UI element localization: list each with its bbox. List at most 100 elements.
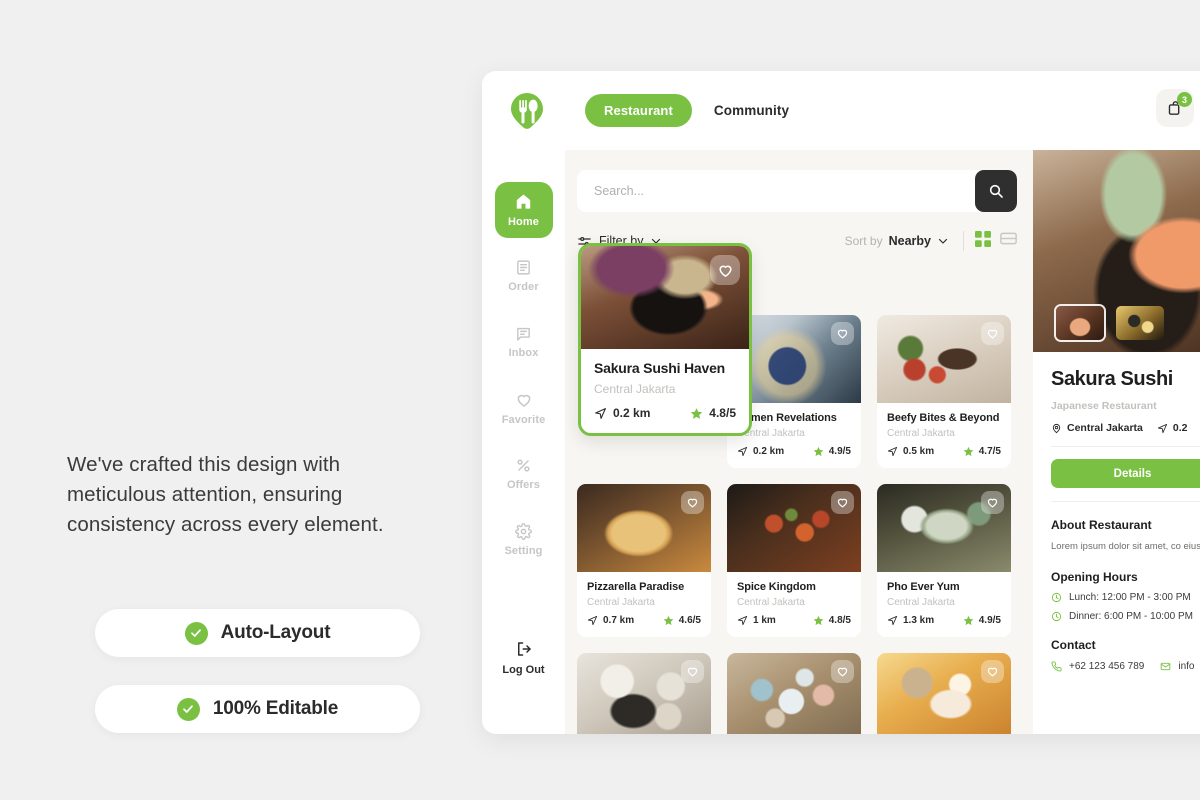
app-window: Restaurant Community 3 Home Order Inbox [482, 71, 1200, 734]
about-heading: About Restaurant [1051, 518, 1152, 532]
divider [1051, 501, 1200, 502]
favorite-icon[interactable] [681, 491, 704, 514]
contact-email[interactable]: info [1160, 661, 1194, 672]
hours-heading: Opening Hours [1051, 570, 1138, 584]
restaurant-name: Pho Ever Yum [887, 581, 960, 593]
search-button[interactable] [975, 170, 1017, 212]
selected-restaurant-area: Central Jakarta [594, 382, 676, 396]
sidebar-item-inbox[interactable]: Inbox [495, 314, 553, 370]
detail-title: Sakura Sushi [1051, 368, 1173, 390]
selected-restaurant-rating: 4.8/5 [690, 406, 736, 420]
grid-view-icon[interactable] [975, 230, 991, 252]
view-toggle [975, 230, 1017, 252]
promo-feature-label: Auto-Layout [220, 622, 331, 643]
restaurant-meta: 1.3 km 4.9/5 [887, 615, 1001, 626]
detail-cuisine: Japanese Restaurant [1051, 400, 1157, 412]
restaurant-area: Central Jakarta [587, 597, 655, 608]
search-input[interactable] [577, 170, 957, 212]
restaurant-rating: 4.9/5 [963, 615, 1001, 626]
restaurant-distance: 0.2 km [737, 446, 784, 457]
clock-icon [1051, 611, 1062, 622]
favorite-icon[interactable] [831, 660, 854, 683]
restaurant-distance: 0.5 km [887, 446, 934, 457]
star-icon [963, 615, 974, 626]
details-button[interactable]: Details [1051, 459, 1200, 488]
navigation-icon [1157, 423, 1167, 433]
restaurant-card[interactable]: Pizzarella Paradise Central Jakarta 0.7 … [577, 484, 711, 637]
clock-icon [1051, 592, 1062, 603]
sidebar-item-label: Home [508, 216, 539, 228]
favorite-icon[interactable] [710, 255, 740, 285]
star-icon [663, 615, 674, 626]
restaurant-card[interactable]: Pho Ever Yum Central Jakarta 1.3 km 4.9/… [877, 484, 1011, 637]
thumbnail[interactable] [1054, 304, 1106, 342]
sidebar: Home Order Inbox Favorite Offers Setting… [482, 150, 565, 734]
selected-restaurant-card[interactable]: Sakura Sushi Haven Central Jakarta 0.2 k… [578, 243, 752, 436]
restaurant-image [577, 653, 711, 734]
sort-by-control[interactable]: Sort by Nearby [845, 234, 949, 248]
restaurant-card-body: Spice Kingdom Central Jakarta 1 km 4.8/5 [727, 572, 861, 637]
navigation-icon [737, 615, 748, 626]
detail-distance: 0.2 [1157, 422, 1187, 434]
check-circle-icon [184, 621, 208, 645]
chevron-down-icon [938, 238, 948, 244]
mail-icon [1161, 662, 1171, 671]
favorite-icon[interactable] [681, 660, 704, 683]
list-view-icon[interactable] [1000, 230, 1017, 252]
restaurant-distance: 1 km [737, 615, 776, 626]
detail-hero-image [1033, 150, 1200, 352]
restaurant-area: Central Jakarta [737, 428, 805, 439]
bag-badge: 3 [1177, 92, 1192, 107]
sidebar-item-logout[interactable]: Log Out [482, 640, 565, 676]
tab-community[interactable]: Community [714, 103, 789, 118]
sort-by-label: Sort by [844, 234, 883, 248]
bag-button[interactable]: 3 [1156, 89, 1194, 127]
restaurant-card-body: Pizzarella Paradise Central Jakarta 0.7 … [577, 572, 711, 637]
restaurant-rating: 4.7/5 [963, 446, 1001, 457]
restaurant-name: Beefy Bites & Beyond [887, 412, 1000, 424]
restaurant-rating: 4.9/5 [813, 446, 851, 457]
sidebar-item-offers[interactable]: Offers [495, 446, 553, 502]
sort-by-value: Nearby [888, 234, 931, 248]
restaurant-card[interactable]: Spice Kingdom Central Jakarta 1 km 4.8/5 [727, 484, 861, 637]
star-icon [813, 446, 824, 457]
sidebar-item-favorite[interactable]: Favorite [495, 380, 553, 436]
restaurant-rating: 4.6/5 [663, 615, 701, 626]
restaurant-card[interactable]: Oceanic Delights Central Jakarta 1.5 km … [727, 653, 861, 734]
navigation-icon [595, 407, 606, 419]
top-bar: Restaurant Community 3 [482, 71, 1200, 150]
sidebar-item-order[interactable]: Order [495, 248, 553, 304]
star-icon [963, 446, 974, 457]
selected-restaurant-name: Sakura Sushi Haven [594, 360, 726, 376]
phone-icon [1051, 661, 1062, 672]
restaurant-name: Ramen Revelations [737, 412, 837, 424]
restaurant-name: Pizzarella Paradise [587, 581, 685, 593]
favorite-icon[interactable] [831, 322, 854, 345]
restaurant-card[interactable]: Dimsum Dynasty Central Jakarta 1.5 km 4.… [577, 653, 711, 734]
navigation-icon [887, 446, 898, 457]
restaurant-card[interactable]: Dessert Dreamland Central Jakarta 2 km 4… [877, 653, 1011, 734]
thumbnail[interactable] [1114, 304, 1166, 342]
restaurant-area: Central Jakarta [887, 428, 955, 439]
tab-restaurant[interactable]: Restaurant [585, 94, 692, 127]
sidebar-item-home[interactable]: Home [494, 182, 553, 238]
restaurant-area: Central Jakarta [887, 597, 955, 608]
divider [1051, 446, 1200, 447]
sidebar-item-setting[interactable]: Setting [495, 512, 553, 568]
contact-phone[interactable]: +62 123 456 789 [1051, 661, 1144, 672]
favorite-icon[interactable] [981, 660, 1004, 683]
contact-row: +62 123 456 789 info [1051, 661, 1200, 672]
promo-feature-editable: 100% Editable [95, 685, 420, 733]
favorite-icon[interactable] [981, 322, 1004, 345]
favorite-icon[interactable] [981, 491, 1004, 514]
divider [963, 231, 964, 251]
restaurant-meta: 0.2 km 4.9/5 [737, 446, 851, 457]
restaurant-area: Central Jakarta [737, 597, 805, 608]
favorite-icon[interactable] [831, 491, 854, 514]
restaurant-card-body: Pho Ever Yum Central Jakarta 1.3 km 4.9/… [877, 572, 1011, 637]
promo-panel: We've crafted this design with meticulou… [0, 0, 482, 800]
promo-feature-label: 100% Editable [212, 698, 339, 719]
restaurant-meta: 0.7 km 4.6/5 [587, 615, 701, 626]
restaurant-card[interactable]: Beefy Bites & Beyond Central Jakarta 0.5… [877, 315, 1011, 468]
fork-spoon-logo-icon[interactable] [506, 90, 548, 132]
